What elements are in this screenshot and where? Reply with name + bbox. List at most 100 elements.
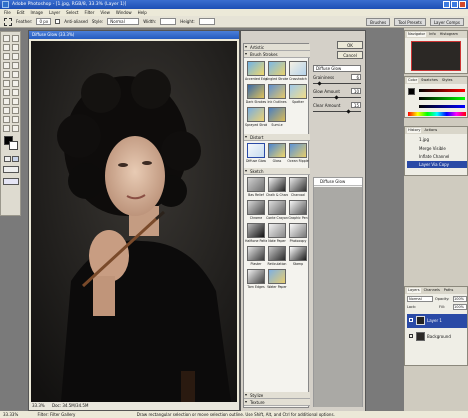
color-fg-swatch[interactable]	[408, 88, 415, 95]
folder-artistic[interactable]: Artistic	[244, 44, 310, 51]
clear-slider-thumb[interactable]	[346, 109, 351, 114]
background-color-swatch[interactable]	[9, 141, 18, 150]
color-ramp[interactable]	[408, 112, 466, 116]
filter-thumb[interactable]	[247, 200, 265, 215]
tab-channels[interactable]: Channels	[423, 288, 441, 293]
zoom-tool-button[interactable]	[12, 125, 19, 132]
standard-mode-button[interactable]	[4, 156, 11, 162]
brush-tool-button[interactable]	[12, 62, 19, 69]
tab-swatches[interactable]: Swatches	[420, 78, 439, 83]
filter-thumb[interactable]	[268, 246, 286, 261]
filter-thumb[interactable]	[289, 84, 307, 99]
green-slider[interactable]	[419, 97, 465, 100]
menu-select[interactable]: Select	[66, 10, 78, 15]
filter-select[interactable]: Diffuse Glow	[313, 65, 361, 72]
history-item[interactable]: Merge Visible	[407, 145, 467, 152]
tab-paths[interactable]: Paths	[443, 288, 455, 293]
eyedropper-tool-button[interactable]	[12, 116, 19, 123]
filter-thumb[interactable]	[247, 61, 265, 76]
history-item[interactable]: Inflate Channel	[407, 153, 467, 160]
tab-navigator[interactable]: Navigator	[407, 32, 427, 37]
tab-actions[interactable]: Actions	[423, 128, 438, 133]
filter-thumb[interactable]	[268, 84, 286, 99]
eraser-tool-button[interactable]	[3, 80, 10, 87]
eye-icon[interactable]	[409, 334, 413, 338]
shape-tool-button[interactable]	[12, 107, 19, 114]
folder-sketch[interactable]: Sketch	[244, 168, 310, 175]
effect-layer-item[interactable]: Diffuse Glow	[314, 178, 362, 186]
filter-thumb[interactable]	[268, 61, 286, 76]
imageready-jump-button[interactable]	[3, 178, 19, 185]
filter-thumb[interactable]	[268, 269, 286, 284]
pen-tool-button[interactable]	[3, 107, 10, 114]
minimize-icon[interactable]	[443, 1, 450, 8]
menu-window[interactable]: Window	[116, 10, 132, 15]
history-snapshot[interactable]: 1.jpg	[407, 136, 467, 143]
filter-thumb[interactable]	[289, 200, 307, 215]
menu-help[interactable]: Help	[138, 10, 147, 15]
filter-thumb[interactable]	[289, 143, 307, 158]
image-canvas[interactable]	[31, 41, 237, 402]
red-slider[interactable]	[419, 89, 465, 92]
clone-stamp-tool-button[interactable]	[3, 71, 10, 78]
navigator-thumbnail[interactable]	[411, 41, 461, 71]
menu-file[interactable]: File	[4, 10, 11, 15]
lasso-tool-button[interactable]	[3, 44, 10, 51]
filter-thumb[interactable]	[247, 107, 265, 122]
filter-thumb[interactable]	[247, 177, 265, 192]
slice-tool-button[interactable]	[12, 53, 19, 60]
filter-thumb[interactable]	[268, 223, 286, 238]
move-tool-button[interactable]	[12, 35, 19, 42]
type-tool-button[interactable]	[12, 98, 19, 105]
menu-view[interactable]: View	[100, 10, 110, 15]
antialias-checkbox[interactable]	[55, 19, 61, 24]
style-select[interactable]: Normal	[107, 18, 140, 25]
path-selection-tool-button[interactable]	[3, 98, 10, 105]
eye-icon[interactable]	[409, 318, 413, 322]
filter-thumb[interactable]	[247, 246, 265, 261]
filter-thumb-selected[interactable]	[247, 143, 265, 158]
filter-thumb[interactable]	[247, 269, 265, 284]
blur-tool-button[interactable]	[3, 89, 10, 96]
filter-thumb[interactable]	[268, 200, 286, 215]
folder-stylize[interactable]: Stylize	[244, 392, 310, 399]
menu-image[interactable]: Image	[30, 10, 43, 15]
marquee-tool-button[interactable]	[3, 35, 10, 42]
clear-slider-track[interactable]	[313, 111, 361, 112]
history-brush-tool-button[interactable]	[12, 71, 19, 78]
graininess-input[interactable]: 6	[351, 74, 361, 80]
ok-button[interactable]: OK	[337, 41, 363, 49]
close-icon[interactable]	[459, 1, 466, 8]
filter-thumb[interactable]	[289, 223, 307, 238]
folder-texture[interactable]: Texture	[244, 399, 310, 406]
blue-slider[interactable]	[419, 105, 465, 108]
menu-edit[interactable]: Edit	[17, 10, 25, 15]
width-input[interactable]	[160, 18, 177, 25]
tab-histogram[interactable]: Histogram	[439, 32, 459, 37]
menu-filter[interactable]: Filter	[84, 10, 94, 15]
folder-brush-strokes[interactable]: Brush Strokes	[244, 51, 310, 58]
healing-brush-tool-button[interactable]	[3, 62, 10, 69]
tab-layer-comps[interactable]: Layer Comps	[429, 17, 464, 26]
maximize-icon[interactable]	[451, 1, 458, 8]
marquee-tool-icon[interactable]	[4, 17, 12, 26]
history-item-selected[interactable]: Layer Via Copy	[407, 161, 467, 168]
layer-row-background[interactable]: Background	[407, 330, 467, 344]
filter-thumb[interactable]	[289, 61, 307, 76]
menu-layer[interactable]: Layer	[49, 10, 60, 15]
height-input[interactable]	[198, 18, 215, 25]
clear-input[interactable]: 15	[351, 102, 361, 108]
filter-thumb[interactable]	[247, 223, 265, 238]
tab-layers[interactable]: Layers	[407, 288, 421, 293]
crop-tool-button[interactable]	[3, 53, 10, 60]
blend-mode-select[interactable]: Normal	[407, 296, 433, 302]
layer-row-layer1[interactable]: Layer 1	[407, 314, 467, 328]
tab-styles[interactable]: Styles	[441, 78, 454, 83]
tab-history[interactable]: History	[407, 128, 422, 133]
tab-tool-presets[interactable]: Tool Presets	[394, 17, 426, 26]
graininess-slider-thumb[interactable]	[317, 81, 322, 86]
opacity-input[interactable]: 100%	[453, 296, 467, 302]
magic-wand-tool-button[interactable]	[12, 44, 19, 51]
screen-mode-button[interactable]	[3, 166, 19, 173]
filter-thumb[interactable]	[268, 143, 286, 158]
